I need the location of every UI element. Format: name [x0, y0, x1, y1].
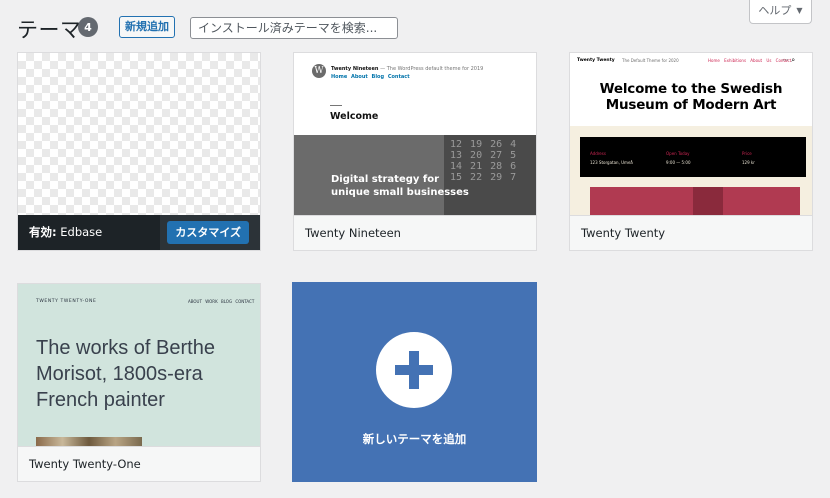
help-tab-button[interactable]: ヘルプ ▼ [749, 0, 812, 24]
preview-headline-line2: Museum of Modern Art [605, 97, 777, 113]
add-new-theme-card[interactable]: 新しいテーマを追加 [292, 282, 537, 482]
plus-icon [376, 332, 452, 408]
preview-site-title: TWENTY TWENTY-ONE [36, 299, 97, 304]
caret-down-icon: ▼ [796, 6, 803, 15]
theme-screenshot: W Twenty Nineteen — The WordPress defaul… [294, 53, 536, 215]
preview-menu: Home Exhibitions About Us Contact [708, 58, 792, 63]
theme-name: Twenty Nineteen [294, 215, 536, 250]
preview-hero-line2: unique small businesses [331, 187, 469, 198]
preview-image [36, 437, 142, 446]
help-label: ヘルプ [758, 4, 792, 17]
active-theme-footer: 有効: Edbase カスタマイズ [18, 215, 260, 250]
active-prefix: 有効: [29, 225, 57, 239]
theme-card-twenty-twenty[interactable]: Twenty Twenty The Default Theme for 2020… [569, 52, 813, 251]
preview-heading: Welcome [330, 111, 379, 122]
preview-tagline: — The WordPress default theme for 2019 [380, 66, 484, 72]
theme-count-badge: 4 [78, 17, 98, 37]
theme-card-edbase[interactable]: 有効: Edbase カスタマイズ [17, 52, 261, 251]
preview-nav: ABOUT WORK BLOG CONTACT [188, 299, 255, 304]
theme-name: Twenty Twenty [570, 215, 812, 250]
theme-name: Twenty Twenty-One [18, 446, 260, 481]
preview-hero-line1: Digital strategy for [331, 174, 440, 185]
preview-menu-search-icon: ⋯ ⌕ [782, 56, 796, 64]
preview-headline-line1: Welcome to the Swedish [599, 81, 783, 97]
preview-hero: 12 19 26 4 13 20 27 5 14 21 28 6 15 22 2… [294, 135, 536, 215]
add-new-button[interactable]: 新規追加 [119, 16, 175, 38]
preview-site-title: Twenty Nineteen [331, 66, 379, 72]
theme-card-twenty-twenty-one[interactable]: TWENTY TWENTY-ONE ABOUT WORK BLOG CONTAC… [17, 283, 261, 482]
preview-info-bar: Address 123 Storgatan, Umeå Open Today 9:0… [580, 137, 806, 177]
preview-site-title: Twenty Twenty [577, 58, 615, 63]
wordpress-logo-icon: W [312, 64, 326, 78]
theme-screenshot: TWENTY TWENTY-ONE ABOUT WORK BLOG CONTAC… [18, 284, 260, 446]
theme-screenshot [18, 53, 260, 215]
preview-headline: The works of Berthe Morisot, 1800s-era F… [36, 337, 215, 411]
add-new-theme-label: 新しいテーマを追加 [362, 432, 467, 446]
page-title: テーマ [17, 18, 82, 42]
preview-nav: Home About Blog Contact [331, 74, 410, 80]
preview-description: The Default Theme for 2020 [622, 58, 679, 63]
customize-button[interactable]: カスタマイズ [167, 221, 249, 244]
theme-screenshot: Twenty Twenty The Default Theme for 2020… [570, 53, 812, 215]
theme-search-input[interactable]: インストール済みテーマを検索... [190, 17, 398, 39]
theme-card-twenty-nineteen[interactable]: W Twenty Nineteen — The WordPress defaul… [293, 52, 537, 251]
theme-name: Edbase [60, 225, 103, 239]
